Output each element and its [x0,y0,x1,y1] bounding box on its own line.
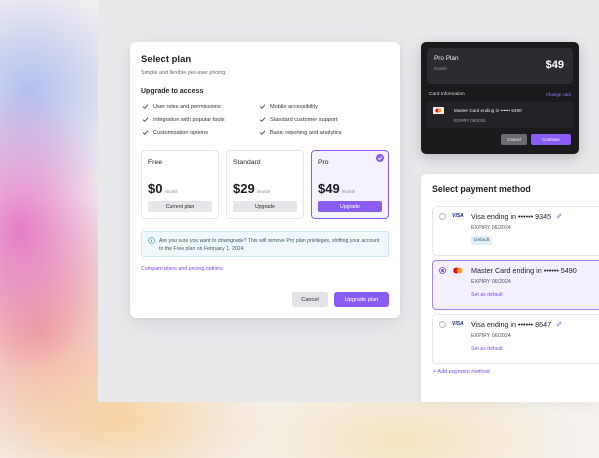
check-icon [142,104,149,109]
upgrade-standard-button[interactable]: Upgrade [233,201,297,212]
set-default-link[interactable]: Set as default [471,346,503,352]
add-payment-method-link[interactable]: + Add payment method [433,369,490,375]
saved-card[interactable]: Master Card ending in •••••• 5490 EXPIRY… [427,102,573,128]
plan-price: $49 [318,181,340,196]
card-expiry: EXPIRY 06/2024 [471,279,511,285]
plan-cards: Free $0 /month Current plan Standard $29… [141,150,389,219]
upgrade-heading: Upgrade to access [141,88,204,95]
default-badge: Default [471,236,493,245]
change-card-link[interactable]: Change card [546,92,571,97]
plan-period: /month [164,189,178,194]
plan-card-free[interactable]: Free $0 /month Current plan [141,150,219,219]
payment-option-visa-8647[interactable]: VISA Visa ending in •••••• 8647 EXPIRY 0… [432,314,599,364]
feature-label: Basic reporting and analytics [270,129,342,136]
upgrade-plan-button[interactable]: Upgrade plan [334,292,389,307]
downgrade-warning: Are you sure you want to downgrade? This… [141,231,389,257]
plan-summary: Pro Plan /month $49 [427,48,573,84]
check-icon [259,104,266,109]
plan-name: Free [148,159,162,166]
current-plan-button[interactable]: Current plan [148,201,212,212]
cancel-button[interactable]: Cancel [501,134,527,145]
plan-card-pro[interactable]: Pro $49 /month Upgrade [311,150,389,219]
card-name: Master Card ending in •••••• 5490 [471,266,577,275]
card-number: Master Card ending in •••••• 5490 [454,108,522,113]
feature-item: User roles and permissions [142,103,259,110]
feature-item: Basic reporting and analytics [259,129,379,136]
pro-plan-checkout-card: Pro Plan /month $49 Card Information Cha… [421,42,579,154]
upgrade-pro-button[interactable]: Upgrade [318,201,382,212]
edit-icon[interactable] [556,213,562,219]
mastercard-icon [453,267,463,274]
check-icon [142,117,149,122]
visa-icon: VISA [452,321,464,327]
feature-label: Mobile accessibility [270,103,318,110]
plan-price: $0 [148,181,163,196]
feature-list: User roles and permissions Mobile access… [141,103,389,136]
plan-price: $49 [545,59,564,71]
plan-period: /month [256,189,271,194]
modal-subtitle: Simple and flexible per-user pricing. [141,70,227,76]
modal-title: Select plan [141,54,192,65]
card-name: Visa ending in •••••• 9345 [471,212,562,221]
plan-name: Pro [318,159,329,166]
feature-label: User roles and permissions [153,103,221,110]
card-expiry: EXPIRY 06/2024 [454,118,486,123]
feature-item: Standard customer support [259,116,379,123]
info-icon [148,237,155,244]
card-expiry: EXPIRY 06/2024 [471,225,511,231]
feature-item: Integration with popular tools [142,116,259,123]
compare-plans-link[interactable]: Compare plans and pricing options [141,266,389,272]
check-icon [259,130,266,135]
radio-button[interactable] [439,213,446,220]
card-info-label: Card Information [429,92,465,97]
plan-name: Standard [233,159,261,166]
plan-price-row: $29 /month [233,181,297,196]
set-default-link[interactable]: Set as default [471,292,503,298]
feature-label: Standard customer support [270,116,338,123]
selected-check-icon [376,154,384,162]
card-name-text: Visa ending in •••••• 8647 [471,320,552,329]
warning-text: Are you sure you want to downgrade? This… [159,238,380,252]
check-icon [259,117,266,122]
payment-option-mastercard-5490[interactable]: Master Card ending in •••••• 5490 EXPIRY… [432,260,599,310]
payment-option-visa-9345[interactable]: VISA Visa ending in •••••• 9345 EXPIRY 0… [432,206,599,256]
select-plan-modal: Select plan Simple and flexible per-user… [130,42,400,318]
check-icon [142,130,149,135]
card-info-header: Card Information Change card [427,92,573,97]
dark-card-actions: Cancel Continue [501,134,571,145]
card-name: Visa ending in •••••• 8647 [471,320,562,329]
plan-period: /month [341,189,356,194]
mastercard-icon [433,107,444,114]
plan-price: $29 [233,181,255,196]
feature-item: Customization options [142,129,259,136]
modal-actions: Cancel Upgrade plan [292,292,389,307]
feature-label: Integration with popular tools [153,116,225,123]
payment-method-panel: Select payment method VISA Visa ending i… [421,174,599,402]
radio-button[interactable] [439,321,446,328]
plan-card-standard[interactable]: Standard $29 /month Upgrade [226,150,304,219]
visa-icon: VISA [452,213,464,219]
payment-title: Select payment method [432,184,531,194]
card-name-text: Master Card ending in •••••• 5490 [471,266,577,275]
plan-price-row: $0 /month [148,181,212,196]
feature-label: Customization options [153,129,209,136]
continue-button[interactable]: Continue [531,134,571,145]
edit-icon[interactable] [556,321,562,327]
card-name-text: Visa ending in •••••• 9345 [471,212,552,221]
card-expiry: EXPIRY 06/2024 [471,333,511,339]
radio-button[interactable] [439,267,446,274]
feature-item: Mobile accessibility [259,103,379,110]
plan-price-row: $49 /month [318,181,382,196]
cancel-button[interactable]: Cancel [292,292,328,307]
